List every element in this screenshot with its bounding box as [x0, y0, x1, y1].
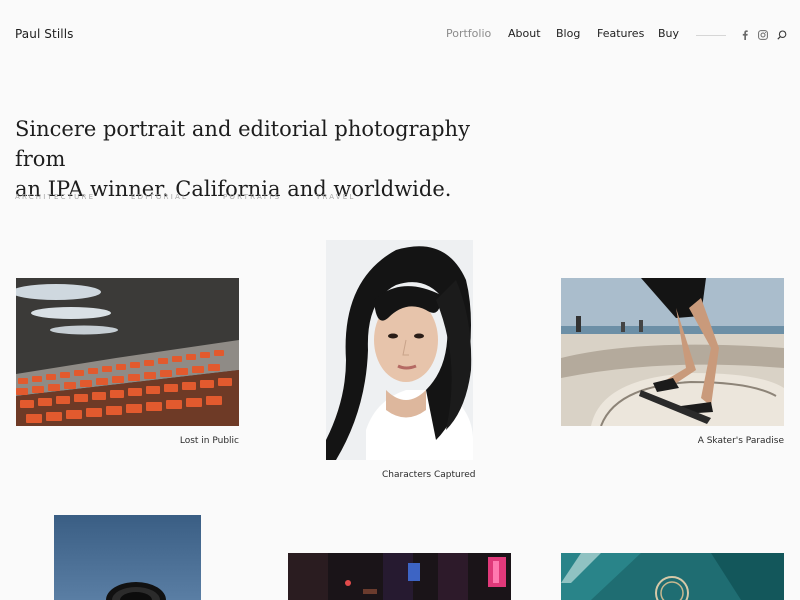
gallery-item-lost-in-public[interactable]: Lost in Public [16, 278, 239, 448]
nav-buy[interactable]: Buy [658, 27, 679, 40]
nav-blog[interactable]: Blog [556, 27, 580, 40]
gallery-caption[interactable]: A Skater's Paradise [698, 436, 784, 446]
teal-abstract-photo[interactable] [561, 553, 784, 600]
hero-headline: Sincere portrait and editorial photograp… [15, 114, 475, 204]
filter-travel[interactable]: TRAVEL [316, 193, 356, 201]
nav-portfolio[interactable]: Portfolio [446, 27, 491, 40]
nav-features[interactable]: Features [597, 27, 644, 40]
instagram-icon[interactable] [758, 27, 768, 43]
nav-about[interactable]: About [508, 27, 541, 40]
nav-divider [696, 35, 726, 36]
facebook-icon[interactable] [742, 27, 748, 43]
filter-architecture[interactable]: ARCHITECTURE [15, 193, 95, 201]
gallery-caption[interactable]: Lost in Public [180, 436, 239, 446]
camera-lens-photo[interactable] [54, 515, 201, 600]
gallery-item-characters-captured[interactable]: Characters Captured [326, 240, 475, 484]
gallery-item-6[interactable] [561, 553, 784, 600]
hero-headline-line-1: Sincere portrait and editorial photograp… [15, 117, 470, 171]
skatepark-photo[interactable] [561, 278, 784, 426]
stadium-seats-photo[interactable] [16, 278, 239, 426]
portrait-photo[interactable] [326, 240, 473, 460]
filter-editorial[interactable]: EDITORIAL [131, 193, 188, 201]
neon-street-photo[interactable] [288, 553, 511, 600]
site-logo[interactable]: Paul Stills [15, 27, 73, 41]
gallery-caption[interactable]: Characters Captured [382, 470, 475, 480]
search-icon[interactable] [777, 27, 787, 43]
gallery-item-a-skaters-paradise[interactable]: A Skater's Paradise [561, 278, 784, 448]
gallery-item-4[interactable] [54, 515, 201, 600]
filter-portraits[interactable]: PORTRAITS [223, 193, 281, 201]
gallery-item-5[interactable] [288, 553, 511, 600]
